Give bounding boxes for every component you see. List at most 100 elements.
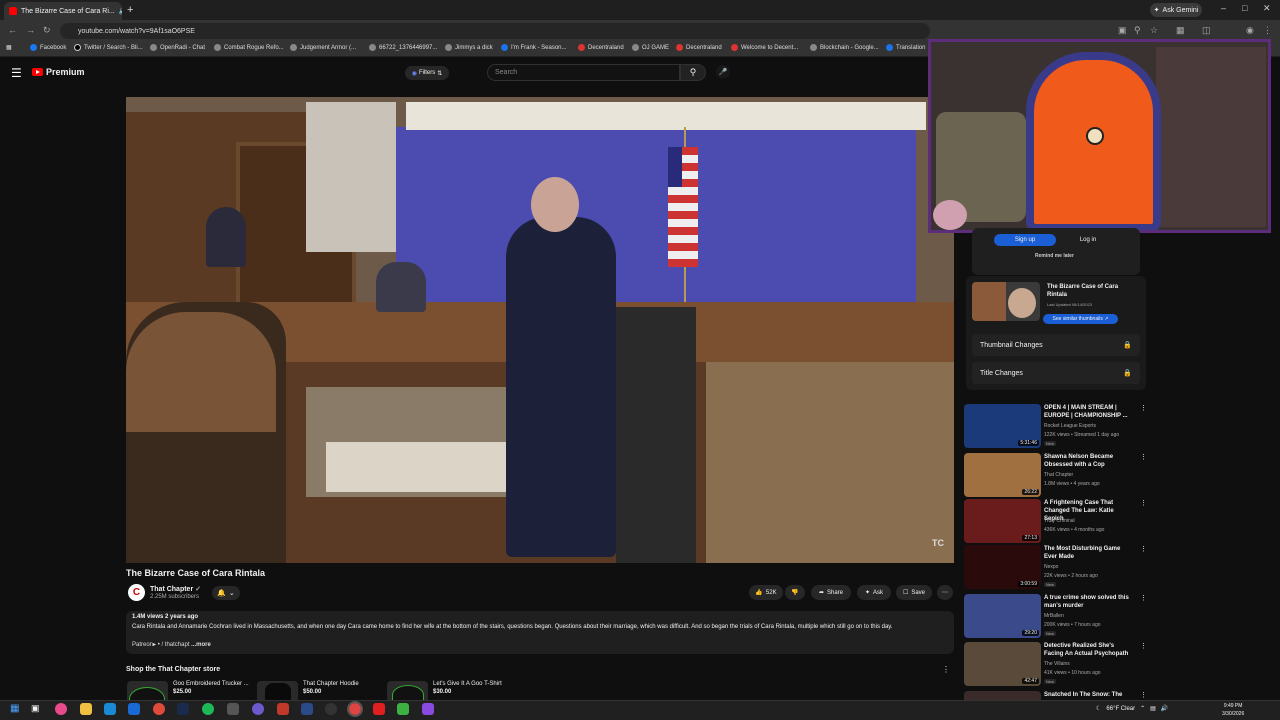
- extensions-icon[interactable]: ▦: [1176, 25, 1185, 36]
- like-button[interactable]: 👍 52K: [749, 585, 783, 600]
- bookmark-item[interactable]: Judgement Armor (...: [290, 44, 356, 51]
- obs-icon[interactable]: [325, 703, 337, 715]
- sidepanel-icon[interactable]: ◫: [1202, 25, 1211, 36]
- recommendation-item[interactable]: 27:13 A Frightening Case That Changed Th…: [964, 499, 1147, 545]
- ask-button[interactable]: ✦ Ask: [857, 585, 891, 600]
- chrome-icon[interactable]: [153, 703, 165, 715]
- speaker-icon[interactable]: 🔈: [119, 7, 122, 15]
- bookmark-item[interactable]: Welcome to Decent...: [731, 44, 798, 51]
- store-icon[interactable]: [128, 703, 140, 715]
- channel-avatar[interactable]: C: [128, 584, 145, 601]
- save-button[interactable]: ☐ Save: [896, 585, 932, 600]
- bookmark-item[interactable]: OpenRadi - Chat: [150, 44, 205, 51]
- spotify-icon[interactable]: [202, 703, 214, 715]
- bookmark-item[interactable]: OJ GAME: [632, 44, 669, 51]
- profile-avatar[interactable]: ◉: [1246, 25, 1254, 36]
- recommendation-item[interactable]: Snatched In The Snow: The ⋮: [964, 691, 1144, 700]
- app-icon[interactable]: [422, 703, 434, 715]
- more-link[interactable]: ...more: [191, 642, 211, 648]
- chrome-menu-icon[interactable]: ⋮: [1263, 25, 1272, 36]
- bookmark-label: Combat Rogue Refo...: [224, 44, 284, 51]
- bookmark-item[interactable]: Decentraland: [578, 44, 624, 51]
- signup-button[interactable]: Sign up: [994, 234, 1056, 246]
- chevron-up-icon[interactable]: ⌃: [1140, 705, 1145, 712]
- file-explorer-icon[interactable]: [80, 703, 92, 715]
- more-vert-icon[interactable]: ⋮: [1140, 691, 1144, 699]
- search-input[interactable]: Search: [487, 64, 680, 81]
- recommendation-item[interactable]: 5:31:46 OPEN 4 | MAIN STREAM | EUROPE | …: [964, 404, 1147, 450]
- youtube-logo[interactable]: Premium: [32, 67, 85, 77]
- adobe-icon[interactable]: [373, 703, 385, 715]
- bookmark-item[interactable]: 66722_1376446997...: [369, 44, 437, 51]
- url-field[interactable]: youtube.com/watch?v=9Af1saO6PSE: [60, 23, 930, 39]
- weather-label[interactable]: 66°F Clear: [1106, 706, 1135, 712]
- video-player[interactable]: TC: [126, 97, 954, 563]
- recommendation-item[interactable]: 26:22 Shawna Nelson Became Obsessed with…: [964, 453, 1147, 499]
- recommendation-item[interactable]: 29:20 A true crime show solved this man'…: [964, 594, 1147, 640]
- network-icon[interactable]: ▤: [1150, 705, 1156, 712]
- new-tab-button[interactable]: +: [127, 4, 133, 16]
- recommendation-title: A true crime show solved this man's murd…: [1044, 595, 1129, 609]
- app-icon[interactable]: [301, 703, 313, 715]
- recommendation-item[interactable]: 42:47 Detective Realized She's Facing An…: [964, 642, 1147, 688]
- forward-icon[interactable]: →: [26, 25, 35, 35]
- thumbnail-changes-row[interactable]: Thumbnail Changes 🔒: [972, 334, 1140, 356]
- description-box[interactable]: [126, 611, 954, 654]
- more-actions-button[interactable]: ⋯: [937, 585, 953, 600]
- search-button[interactable]: ⚲: [680, 64, 706, 81]
- share-button[interactable]: ➦ Share: [811, 585, 851, 600]
- recommendation-item[interactable]: 3:00:59 The Most Disturbing Game Ever Ma…: [964, 545, 1147, 591]
- discord-icon[interactable]: [252, 703, 264, 715]
- patreon-link[interactable]: Patreon▸ • / thatchapt ...more: [132, 641, 211, 648]
- more-vert-icon[interactable]: ⋮: [1140, 545, 1147, 553]
- similar-thumbnails-button[interactable]: See similar thumbnails ↗: [1043, 314, 1118, 324]
- bookmark-item[interactable]: Jimmys a dick: [445, 44, 493, 51]
- title-changes-row[interactable]: Title Changes 🔒: [972, 362, 1140, 384]
- steam-icon[interactable]: [177, 703, 189, 715]
- more-vert-icon[interactable]: ⋮: [1140, 404, 1147, 412]
- zoom-icon[interactable]: ⚲: [1134, 25, 1141, 36]
- more-vert-icon[interactable]: ⋮: [1140, 499, 1147, 507]
- bookmark-item[interactable]: Twitter / Search - Bli...: [74, 44, 143, 51]
- clock[interactable]: 9:49 PM 3/30/2026: [1222, 702, 1244, 718]
- duration-badge: 3:00:59: [1018, 581, 1039, 587]
- back-icon[interactable]: ←: [8, 25, 17, 35]
- notification-bell-button[interactable]: 🔔 ⌄: [212, 586, 240, 600]
- voice-search-icon[interactable]: 🎤: [716, 65, 730, 79]
- more-vert-icon[interactable]: ⋮: [1140, 594, 1147, 602]
- browser-tab[interactable]: The Bizarre Case of Cara Ri... 🔈 ✕: [4, 2, 122, 20]
- minimize-icon[interactable]: –: [1221, 3, 1226, 13]
- filters-button[interactable]: ◉ Filters ⇅: [405, 66, 449, 80]
- hamburger-menu-icon[interactable]: ☰: [11, 66, 22, 80]
- channel-watermark[interactable]: TC: [932, 538, 944, 548]
- close-window-icon[interactable]: ✕: [1263, 3, 1271, 14]
- bookmark-item[interactable]: Combat Rogue Refo...: [214, 44, 284, 51]
- bookmark-star-icon[interactable]: ☆: [1150, 25, 1158, 36]
- bookmark-item[interactable]: Facebook: [30, 44, 66, 51]
- apps-icon[interactable]: ▦: [6, 44, 12, 51]
- maximize-icon[interactable]: □: [1242, 3, 1247, 13]
- bookmark-item[interactable]: Decentraland: [676, 44, 722, 51]
- copilot-icon[interactable]: [55, 703, 67, 715]
- windows-start-icon[interactable]: ▦: [10, 703, 22, 715]
- store-menu-icon[interactable]: ⋮: [942, 665, 950, 674]
- game-icon[interactable]: [277, 703, 289, 715]
- app-icon[interactable]: [397, 703, 409, 715]
- chrome-active-icon[interactable]: [347, 701, 363, 717]
- edge-icon[interactable]: [104, 703, 116, 715]
- app-icon[interactable]: [227, 703, 239, 715]
- more-vert-icon[interactable]: ⋮: [1140, 642, 1147, 650]
- volume-icon[interactable]: 🔊: [1161, 705, 1168, 712]
- cast-icon[interactable]: ▣: [1118, 25, 1127, 36]
- bookmark-item[interactable]: I'm Frank - Season...: [501, 44, 567, 51]
- ask-gemini-button[interactable]: ✦ Ask Gemini: [1150, 3, 1202, 17]
- task-view-icon[interactable]: ▣: [31, 703, 43, 715]
- dislike-button[interactable]: 👎: [785, 585, 805, 600]
- channel-name[interactable]: That Chapter ✓: [150, 585, 201, 593]
- bookmark-item[interactable]: Blockchain - Google...: [810, 44, 879, 51]
- login-button[interactable]: Log in: [1063, 234, 1113, 246]
- more-vert-icon[interactable]: ⋮: [1140, 453, 1147, 461]
- reload-icon[interactable]: ↻: [43, 25, 51, 36]
- bookmark-item[interactable]: Translation: [886, 44, 925, 51]
- remind-later-link[interactable]: Remind me later: [1035, 253, 1074, 259]
